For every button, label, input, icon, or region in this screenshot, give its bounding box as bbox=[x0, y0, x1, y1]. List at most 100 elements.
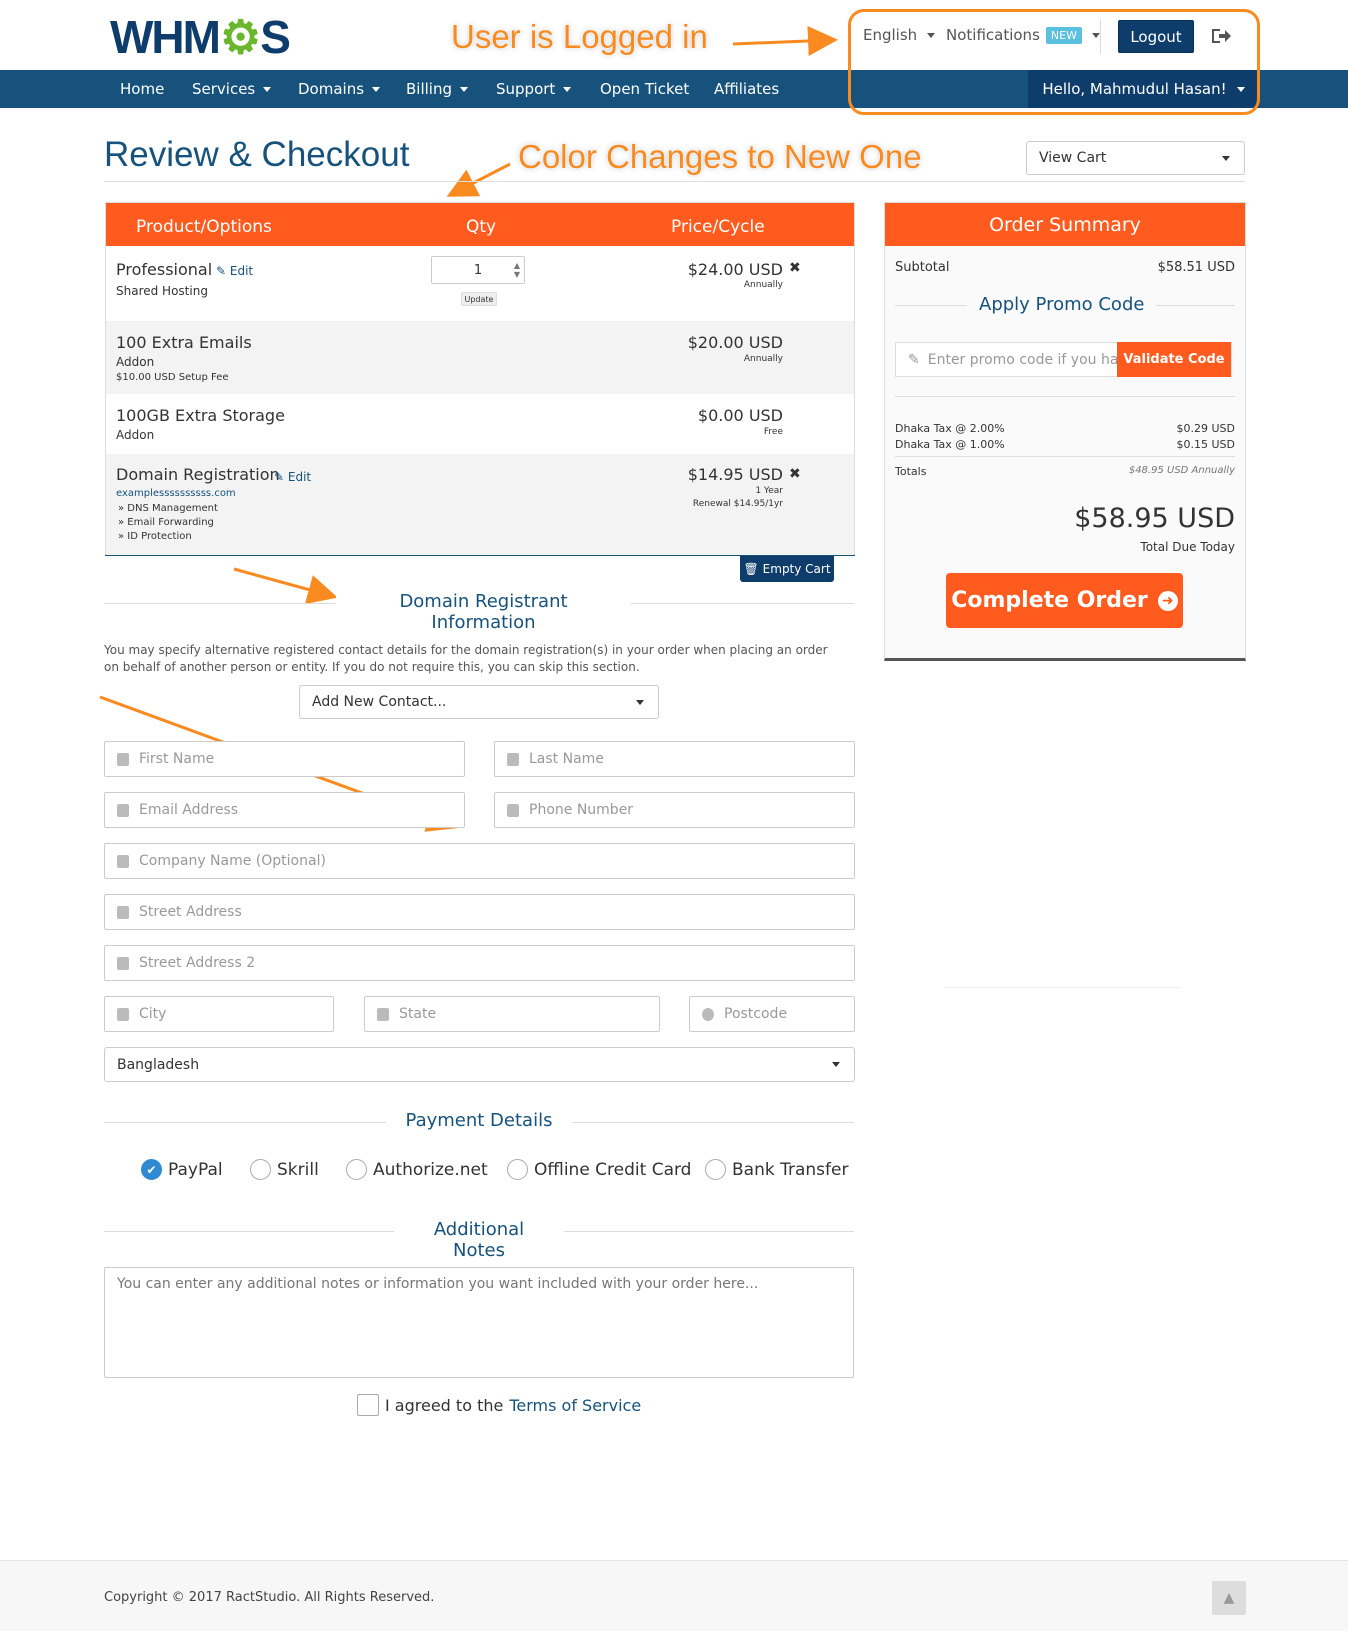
annotation-color-change: Color Changes to New One bbox=[518, 138, 922, 175]
street2-field[interactable]: Street Address 2 bbox=[104, 945, 855, 981]
nav-domains[interactable]: Domains bbox=[298, 70, 381, 108]
email-field[interactable]: Email Address bbox=[104, 792, 465, 828]
placeholder: Street Address bbox=[139, 904, 242, 920]
payment-option-skrill[interactable]: Skrill bbox=[250, 1159, 319, 1180]
promo-heading: Apply Promo Code bbox=[967, 294, 1157, 315]
nav-billing[interactable]: Billing bbox=[406, 70, 468, 108]
domain-option: » DNS Management bbox=[118, 503, 218, 514]
checkbox[interactable] bbox=[357, 1394, 379, 1416]
item-price: $14.95 USD bbox=[687, 465, 783, 484]
placeholder: First Name bbox=[139, 751, 215, 767]
edit-link[interactable]: ✎ Edit bbox=[274, 470, 311, 484]
notes-textarea[interactable]: You can enter any additional notes or in… bbox=[104, 1267, 854, 1378]
nav-home[interactable]: Home bbox=[120, 70, 164, 108]
payment-option-bank[interactable]: Bank Transfer bbox=[705, 1159, 848, 1180]
building-icon bbox=[117, 854, 129, 868]
cart-row: 100 Extra Emails Addon $10.00 USD Setup … bbox=[106, 321, 854, 394]
nav-label: Affiliates bbox=[714, 80, 780, 98]
divider bbox=[895, 396, 1235, 397]
first-name-field[interactable]: First Name bbox=[104, 741, 465, 777]
update-button[interactable]: Update bbox=[461, 292, 497, 306]
contact-select[interactable]: Add New Contact... bbox=[299, 685, 659, 719]
city-field[interactable]: City bbox=[104, 996, 334, 1032]
item-cycle: Free bbox=[763, 427, 783, 437]
validate-code-button[interactable]: Validate Code bbox=[1117, 342, 1231, 377]
radio-icon bbox=[346, 1159, 367, 1180]
cart-header: Product/Options Qty Price/Cycle bbox=[106, 203, 854, 246]
section-heading-registrant: Domain Registrant Information bbox=[336, 591, 631, 633]
section-heading-notes: Additional Notes bbox=[394, 1219, 564, 1261]
nav-label: Billing bbox=[406, 80, 452, 98]
product-sub: Addon bbox=[116, 428, 155, 442]
tos-link[interactable]: Terms of Service bbox=[509, 1396, 641, 1415]
payment-option-offline-cc[interactable]: Offline Credit Card bbox=[507, 1159, 691, 1180]
placeholder: State bbox=[399, 1006, 437, 1022]
divider bbox=[944, 987, 1180, 988]
user-icon bbox=[117, 752, 129, 766]
totals-value: $48.95 USD Annually bbox=[1128, 465, 1235, 476]
country-select[interactable]: Bangladesh bbox=[104, 1047, 855, 1082]
tos-checkbox[interactable]: I agreed to the Terms of Service bbox=[357, 1394, 641, 1416]
complete-order-button[interactable]: Complete Order ➜ bbox=[946, 573, 1183, 628]
placeholder: Phone Number bbox=[529, 802, 634, 818]
tos-text: I agreed to the bbox=[385, 1395, 504, 1415]
chevron-down-icon bbox=[563, 86, 572, 92]
stepper-arrows-icon[interactable]: ▲ ▼ bbox=[514, 261, 520, 279]
map-marker-icon bbox=[117, 956, 129, 970]
nav-open-ticket[interactable]: Open Ticket bbox=[600, 70, 689, 108]
view-cart-select[interactable]: View Cart bbox=[1026, 141, 1245, 175]
last-name-field[interactable]: Last Name bbox=[494, 741, 855, 777]
trash-icon: 🗑 bbox=[743, 562, 759, 576]
item-cycle: Annually bbox=[743, 280, 783, 290]
payment-label: Authorize.net bbox=[373, 1159, 488, 1180]
complete-order-label: Complete Order bbox=[951, 588, 1148, 613]
product-sub: Shared Hosting bbox=[116, 284, 208, 298]
order-summary: Order Summary Subtotal $58.51 USD Apply … bbox=[884, 202, 1246, 661]
placeholder: City bbox=[139, 1006, 167, 1022]
annotation-box bbox=[848, 9, 1260, 115]
edit-link[interactable]: ✎ Edit bbox=[216, 264, 253, 278]
placeholder: Street Address 2 bbox=[139, 955, 256, 971]
divider bbox=[895, 456, 1235, 457]
payment-option-authorize[interactable]: Authorize.net bbox=[346, 1159, 488, 1180]
column-header: Product/Options bbox=[136, 217, 272, 237]
empty-cart-button[interactable]: 🗑 Empty Cart bbox=[740, 556, 834, 582]
nav-label: Domains bbox=[298, 80, 365, 98]
company-field[interactable]: Company Name (Optional) bbox=[104, 843, 855, 879]
placeholder: Last Name bbox=[529, 751, 604, 767]
chevron-down-icon bbox=[1222, 155, 1230, 161]
phone-field[interactable]: Phone Number bbox=[494, 792, 855, 828]
tax-label: Dhaka Tax @ 2.00% bbox=[895, 422, 1005, 435]
tax-value: $0.15 USD bbox=[1176, 438, 1236, 451]
totals-label: Totals bbox=[895, 465, 927, 478]
check-icon: ✔ bbox=[141, 1159, 162, 1180]
registrant-description: You may specify alternative registered c… bbox=[104, 643, 828, 674]
logo[interactable]: WHM ⚙ S bbox=[110, 11, 291, 63]
building-icon bbox=[117, 905, 129, 919]
postcode-field[interactable]: Postcode bbox=[689, 996, 855, 1032]
chevron-down-icon bbox=[636, 699, 644, 705]
promo-input[interactable]: ✎ Enter promo code if you have one Valida… bbox=[895, 342, 1232, 377]
nav-support[interactable]: Support bbox=[496, 70, 572, 108]
remove-icon[interactable]: ✖ bbox=[789, 260, 801, 276]
payment-option-paypal[interactable]: ✔ PayPal bbox=[141, 1159, 223, 1180]
product-name: Professional bbox=[116, 260, 213, 279]
copyright: Copyright © 2017 RactStudio. All Rights … bbox=[104, 1590, 435, 1605]
item-cycle: Annually bbox=[743, 354, 783, 364]
subtotal-label: Subtotal bbox=[895, 260, 950, 275]
state-field[interactable]: State bbox=[364, 996, 660, 1032]
street-field[interactable]: Street Address bbox=[104, 894, 855, 930]
chevron-up-icon[interactable]: ▲ bbox=[1212, 1581, 1246, 1615]
chevron-down-icon bbox=[460, 86, 468, 92]
radio-icon bbox=[705, 1159, 726, 1180]
chevron-down-icon bbox=[263, 86, 272, 92]
nav-services[interactable]: Services bbox=[192, 70, 272, 108]
remove-icon[interactable]: ✖ bbox=[789, 466, 801, 482]
placeholder: Enter promo code if you have one bbox=[927, 351, 1117, 368]
quantity-stepper[interactable]: 1 ▲ ▼ bbox=[431, 256, 525, 284]
chevron-down-icon bbox=[832, 1062, 840, 1067]
nav-affiliates[interactable]: Affiliates bbox=[714, 70, 779, 108]
tax-label: Dhaka Tax @ 1.00% bbox=[895, 438, 1005, 451]
domain-link[interactable]: examplessssssssss.com bbox=[116, 488, 236, 499]
certificate-icon bbox=[702, 1007, 714, 1021]
